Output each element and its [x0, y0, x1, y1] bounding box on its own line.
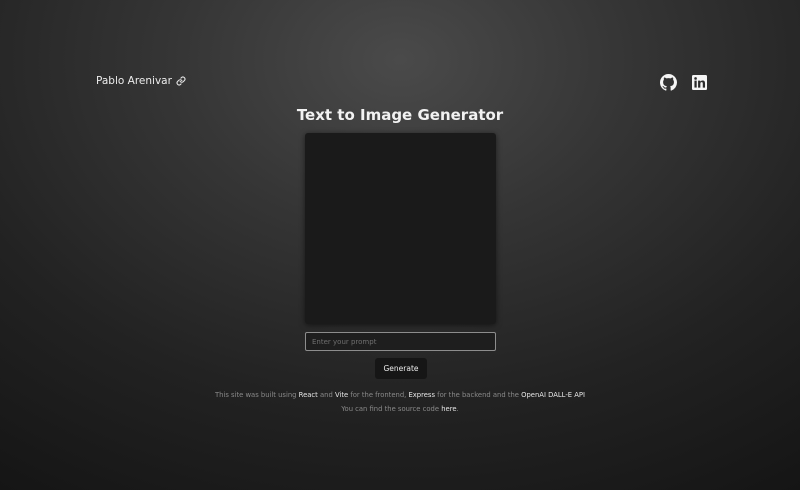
- author-name: Pablo Arenivar: [96, 75, 172, 87]
- footer-text: and: [317, 391, 335, 399]
- author-link[interactable]: Pablo Arenivar: [96, 75, 186, 87]
- footer-source: You can find the source code here.: [0, 405, 800, 413]
- prompt-input[interactable]: [305, 332, 496, 351]
- page-title: Text to Image Generator: [296, 106, 504, 124]
- footer-text: You can find the source code: [341, 405, 442, 413]
- footer-text: for the backend and the: [435, 391, 522, 399]
- github-icon[interactable]: [659, 73, 677, 91]
- openai-link[interactable]: OpenAI DALL-E API: [521, 391, 585, 399]
- link-icon: [176, 76, 186, 86]
- source-code-link[interactable]: here: [441, 405, 456, 413]
- footer-text: .: [456, 405, 459, 413]
- footer-text: for the frontend,: [348, 391, 409, 399]
- generate-button[interactable]: Generate: [375, 358, 427, 379]
- footer-credits: This site was built using React and Vite…: [0, 391, 800, 399]
- linkedin-icon[interactable]: [690, 73, 708, 91]
- footer-text: This site was built using: [214, 391, 299, 399]
- vite-link[interactable]: Vite: [335, 391, 348, 399]
- generated-image-placeholder: [305, 133, 496, 324]
- express-link[interactable]: Express: [408, 391, 435, 399]
- react-link[interactable]: React: [299, 391, 318, 399]
